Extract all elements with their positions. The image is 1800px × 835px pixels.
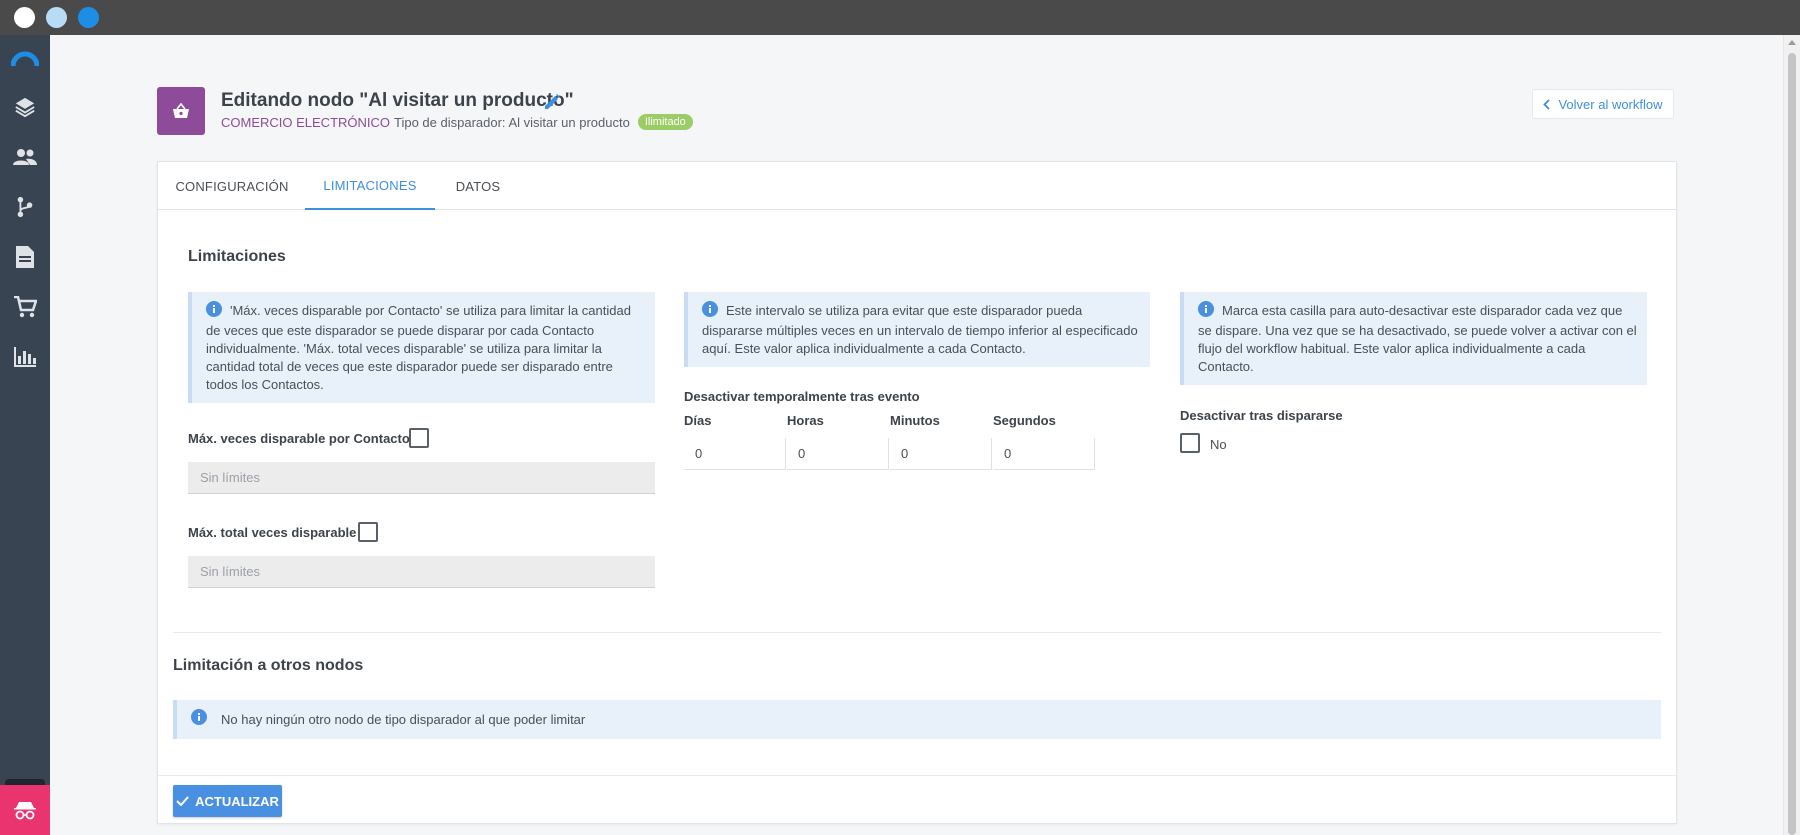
auto-deactivate-label: Desactivar tras dispararse xyxy=(1180,408,1343,423)
info-icon xyxy=(1198,301,1214,322)
back-to-workflow-label: Volver al workflow xyxy=(1558,96,1663,112)
otros-nodos-title: Limitación a otros nodos xyxy=(173,657,364,674)
vertical-scrollbar[interactable] xyxy=(1783,35,1800,835)
max-total-input[interactable]: Sin límites xyxy=(188,556,655,588)
max-total-checkbox[interactable] xyxy=(358,522,378,542)
minutes-input[interactable]: 0 xyxy=(890,438,992,470)
auto-deactivate-info: Marca esta casilla para auto-desactivar … xyxy=(1180,292,1647,385)
tab-limitaciones[interactable]: LIMITACIONES xyxy=(305,162,435,210)
auto-deactivate-value: No xyxy=(1210,437,1227,452)
max-triggers-info: 'Máx. veces disparable por Contacto' se … xyxy=(188,292,655,403)
auto-deactivate-info-text: Marca esta casilla para auto-desactivar … xyxy=(1198,303,1637,374)
document-icon[interactable] xyxy=(11,243,39,271)
reports-chart-icon[interactable] xyxy=(11,343,39,371)
page-title: Editando nodo "Al visitar un producto" xyxy=(221,90,574,111)
auto-deactivate-checkbox[interactable] xyxy=(1180,433,1200,453)
status-badge: Ilimitado xyxy=(637,114,693,130)
hours-input[interactable]: 0 xyxy=(787,438,889,470)
cart-icon[interactable] xyxy=(11,293,39,321)
info-icon xyxy=(206,301,222,322)
tab-configuracion[interactable]: CONFIGURACIÓN xyxy=(158,162,306,210)
otros-nodos-info: No hay ningún otro nodo de tipo disparad… xyxy=(173,700,1661,739)
tab-bar: CONFIGURACIÓN LIMITACIONES DATOS xyxy=(158,162,1676,210)
contacts-icon[interactable] xyxy=(11,143,39,171)
otros-nodos-info-text: No hay ningún otro nodo de tipo disparad… xyxy=(221,711,586,727)
window-close-button[interactable] xyxy=(14,7,35,28)
seconds-input[interactable]: 0 xyxy=(993,438,1095,470)
update-button-label: ACTUALIZAR xyxy=(195,793,279,809)
window-maximize-button[interactable] xyxy=(78,7,99,28)
incognito-user-button[interactable] xyxy=(0,785,50,835)
max-per-contact-checkbox[interactable] xyxy=(409,428,429,448)
layers-icon[interactable] xyxy=(11,93,39,121)
sidebar xyxy=(0,35,50,835)
node-category: COMERCIO ELECTRÓNICO xyxy=(221,114,391,130)
minutes-label: Minutos xyxy=(890,413,940,428)
seconds-label: Segundos xyxy=(993,413,1056,428)
max-per-contact-label: Máx. veces disparable por Contacto xyxy=(188,431,410,446)
check-icon xyxy=(176,796,189,806)
interval-info: Este intervalo se utiliza para evitar qu… xyxy=(684,292,1150,367)
footer-divider xyxy=(158,775,1676,776)
max-per-contact-input[interactable]: Sin límites xyxy=(188,462,655,494)
node-subtitle: COMERCIO ELECTRÓNICO Tipo de disparador:… xyxy=(221,114,693,130)
workflow-branch-icon[interactable] xyxy=(11,193,39,221)
scroll-up-arrow-icon[interactable] xyxy=(1788,40,1796,45)
scrollbar-thumb[interactable] xyxy=(1788,53,1796,835)
interval-label: Desactivar temporalmente tras evento xyxy=(684,389,920,404)
info-icon xyxy=(702,301,718,322)
tab-datos[interactable]: DATOS xyxy=(443,162,513,210)
chevron-left-icon xyxy=(1543,98,1551,110)
max-triggers-info-text: 'Máx. veces disparable por Contacto' se … xyxy=(206,303,631,392)
edit-pencil-icon[interactable] xyxy=(543,93,561,111)
section-divider xyxy=(173,632,1661,633)
hours-label: Horas xyxy=(787,413,824,428)
incognito-icon xyxy=(14,802,36,820)
window-titlebar xyxy=(0,0,1800,35)
update-button[interactable]: ACTUALIZAR xyxy=(173,785,282,817)
max-total-label: Máx. total veces disparable xyxy=(188,525,357,540)
logo-icon[interactable] xyxy=(11,45,39,73)
limitaciones-title: Limitaciones xyxy=(188,248,286,265)
window-minimize-button[interactable] xyxy=(46,7,67,28)
back-to-workflow-button[interactable]: Volver al workflow xyxy=(1532,89,1674,119)
days-label: Días xyxy=(684,413,712,428)
basket-icon xyxy=(173,103,189,118)
node-type-badge xyxy=(157,87,205,135)
interval-info-text: Este intervalo se utiliza para evitar qu… xyxy=(702,303,1138,356)
info-icon xyxy=(191,709,207,730)
days-input[interactable]: 0 xyxy=(684,438,786,470)
trigger-type: Tipo de disparador: Al visitar un produc… xyxy=(394,114,630,130)
